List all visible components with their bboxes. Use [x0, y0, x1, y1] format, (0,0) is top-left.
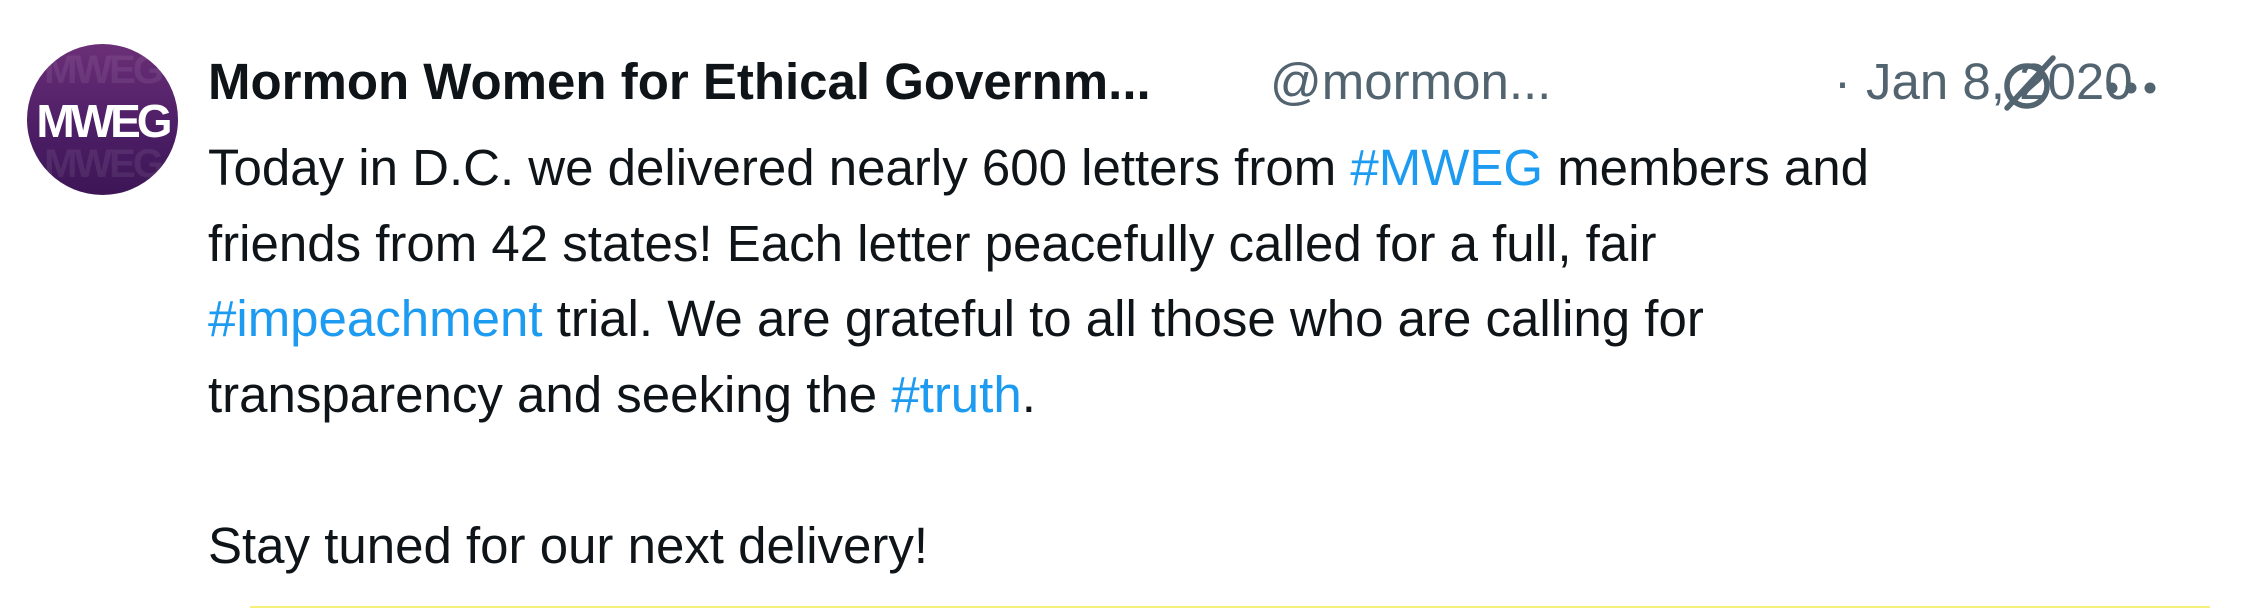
tweet-text: Today in D.C. we delivered nearly 600 le… [208, 130, 2198, 583]
avatar-pattern: MWEG [44, 48, 164, 92]
tweet-text-segment: members and [1543, 139, 1870, 196]
tweet-text-segment: Stay tuned for our next delivery! [208, 516, 929, 574]
header-separator: · [1834, 53, 1851, 110]
hashtag-mweg-link[interactable]: #MWEG [1350, 139, 1543, 196]
grok-icon[interactable] [1993, 48, 2063, 118]
avatar[interactable]: MWEG MWEG MWEG [27, 44, 178, 195]
hashtag-impeachment-link[interactable]: #impeachment [208, 290, 543, 347]
tweet-text-segment: Today in D.C. we delivered nearly 600 le… [208, 139, 1351, 196]
author-handle[interactable]: @mormon... [1270, 52, 1551, 111]
tweet-text-segment: trial. We are grateful to all those who … [542, 290, 1704, 347]
tweet-text-segment: . [1021, 365, 1036, 423]
tweet-text-segment: transparency and seeking the [208, 365, 892, 423]
tweet-header: Mormon Women for Ethical Governm... @mor… [208, 48, 2208, 118]
tweet[interactable]: MWEG MWEG MWEG Mormon Women for Ethical … [0, 0, 2258, 608]
more-icon[interactable] [2098, 52, 2164, 112]
tweet-text-segment: friends from 42 states! Each letter peac… [208, 214, 1657, 272]
avatar-pattern: MWEG [44, 142, 164, 186]
hashtag-truth-link[interactable]: #truth [891, 366, 1021, 423]
avatar-logo: MWEG [36, 95, 172, 147]
author-display-name[interactable]: Mormon Women for Ethical Governm... [208, 52, 1151, 111]
